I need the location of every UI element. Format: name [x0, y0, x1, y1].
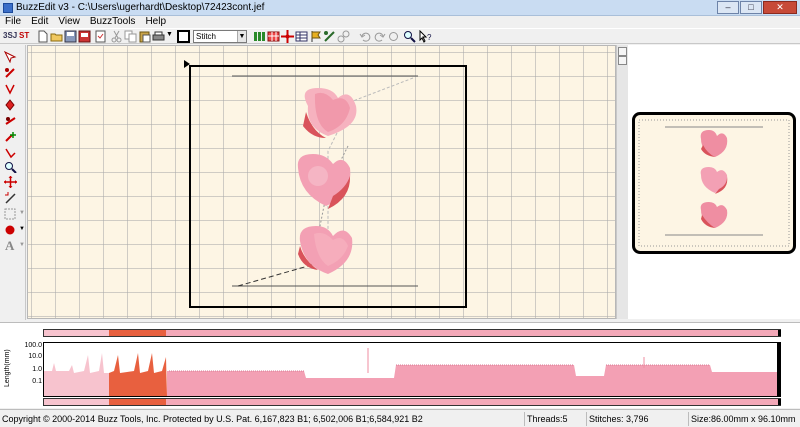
graph-y-axis-label: Length(mm)	[4, 349, 11, 388]
title-bar: BuzzEdit v3 - C:\Users\ugerhardt\Desktop…	[0, 0, 800, 16]
chevron-down-icon: ▼	[237, 31, 246, 42]
save-icon[interactable]	[64, 30, 77, 43]
status-bar: Copyright © 2000-2014 Buzz Tools, Inc. P…	[0, 409, 800, 427]
design-canvas[interactable]	[27, 45, 616, 319]
status-copyright: Copyright © 2000-2014 Buzz Tools, Inc. P…	[2, 414, 423, 424]
thread-color-bar-bottom[interactable]	[43, 398, 781, 406]
heart-motif-1	[303, 88, 357, 138]
window-controls: – □ ✕	[716, 1, 797, 14]
pan-tool-icon[interactable]	[4, 176, 17, 188]
zoom-icon[interactable]	[403, 30, 416, 43]
menu-buzztools[interactable]: BuzzTools	[85, 16, 141, 28]
scroll-up-button[interactable]	[618, 47, 627, 56]
color-segment-2	[109, 330, 166, 336]
split-stitch-icon[interactable]	[4, 147, 17, 159]
window-title: BuzzEdit v3 - C:\Users\ugerhardt\Desktop…	[16, 2, 265, 13]
menu-bar: File Edit View BuzzTools Help	[0, 16, 800, 28]
y-tick-label: 100.0	[24, 342, 42, 349]
print-icon[interactable]	[152, 30, 165, 43]
design-thumbnail[interactable]	[632, 112, 796, 254]
link-icon[interactable]	[337, 30, 350, 43]
menu-view[interactable]: View	[53, 16, 85, 28]
menu-help[interactable]: Help	[140, 16, 171, 28]
table-icon[interactable]	[295, 30, 308, 43]
stitch-length-graph[interactable]	[43, 342, 781, 397]
stitch-select-tool-icon[interactable]	[4, 67, 17, 79]
selection-dropdown-arrow[interactable]: ▼	[19, 210, 25, 216]
move-stitch-icon[interactable]	[4, 83, 17, 95]
stitch-grid-icon[interactable]	[267, 30, 280, 43]
stitch-length-plot	[44, 343, 780, 396]
y-tick-label: 1.0	[32, 366, 42, 373]
open-folder-icon[interactable]	[50, 30, 63, 43]
rotate-icon[interactable]	[387, 30, 400, 43]
st-button[interactable]: ST	[19, 31, 29, 40]
color-segment-1	[44, 330, 109, 336]
hoop-frame-icon[interactable]	[177, 30, 190, 43]
center-cross-icon[interactable]	[281, 30, 294, 43]
buzzedit-window: BuzzEdit v3 - C:\Users\ugerhardt\Desktop…	[0, 0, 800, 427]
print-dropdown-arrow[interactable]: ▼	[166, 31, 173, 38]
paste-icon[interactable]	[138, 30, 151, 43]
needle-tool-icon[interactable]	[4, 192, 17, 204]
3sj-button[interactable]: 3SJ	[3, 31, 17, 40]
thumbnail-drawing	[638, 119, 790, 247]
menu-edit[interactable]: Edit	[26, 16, 53, 28]
stitch-type-select[interactable]: Stitch ▼	[193, 30, 247, 43]
stitch-type-value: Stitch	[196, 32, 217, 41]
text-dropdown-arrow[interactable]: ▼	[19, 242, 25, 248]
status-threads: Threads:5	[524, 412, 584, 426]
svg-text:?: ?	[427, 33, 432, 42]
scroll-down-button[interactable]	[618, 56, 627, 65]
copy-icon[interactable]	[124, 30, 137, 43]
status-size: Size:86.00mm x 96.10mm	[688, 412, 800, 426]
color-segment-1	[44, 399, 109, 405]
new-file-icon[interactable]	[36, 30, 49, 43]
redo-icon[interactable]	[373, 30, 386, 43]
toolbar: 3SJ ST ▼ Stitch ▼ ?	[0, 28, 800, 44]
save-as-icon[interactable]	[78, 30, 91, 43]
preview-pane	[628, 45, 800, 319]
vertical-scrollbar[interactable]	[616, 45, 628, 319]
menu-file[interactable]: File	[0, 16, 26, 28]
stitch-length-graph-pane: Length(mm) 100.0 10.0 1.0 0.1	[0, 322, 800, 408]
undo-icon[interactable]	[359, 30, 372, 43]
svg-text:A: A	[5, 238, 15, 252]
close-button[interactable]: ✕	[763, 1, 797, 14]
cut-icon[interactable]	[110, 30, 123, 43]
properties-icon[interactable]	[94, 30, 107, 43]
color-dropdown-arrow[interactable]: ▼	[19, 226, 25, 232]
delete-stitch-icon[interactable]	[4, 115, 17, 127]
zoom-tool-icon[interactable]	[4, 161, 17, 173]
color-segment-2	[109, 399, 166, 405]
color-bars-icon[interactable]	[253, 30, 266, 43]
heart-motif-2	[297, 154, 351, 209]
end-marker	[778, 330, 781, 336]
selection-box-icon[interactable]	[4, 208, 17, 220]
insert-stitch-icon[interactable]	[4, 99, 17, 111]
stitch-drawing	[232, 75, 418, 287]
trim-tool-icon[interactable]	[323, 30, 336, 43]
flag-icon[interactable]	[309, 30, 322, 43]
y-tick-label: 0.1	[32, 378, 42, 385]
y-tick-label: 10.0	[28, 353, 42, 360]
select-tool-icon[interactable]	[4, 51, 17, 63]
text-tool-icon[interactable]: A	[4, 238, 17, 252]
thread-color-bar-top[interactable]	[43, 329, 781, 337]
maximize-button[interactable]: □	[740, 1, 762, 14]
status-stitches: Stitches: 3,796	[586, 412, 686, 426]
end-marker	[778, 399, 781, 405]
color-circle-icon[interactable]	[4, 224, 17, 236]
help-pointer-icon[interactable]: ?	[419, 30, 432, 43]
minimize-button[interactable]: –	[717, 1, 739, 14]
add-stitch-icon[interactable]	[4, 131, 17, 143]
left-toolbar: ▼ ▼ A ▼	[0, 45, 26, 320]
heart-motif-3	[298, 226, 353, 274]
app-icon	[3, 3, 13, 13]
